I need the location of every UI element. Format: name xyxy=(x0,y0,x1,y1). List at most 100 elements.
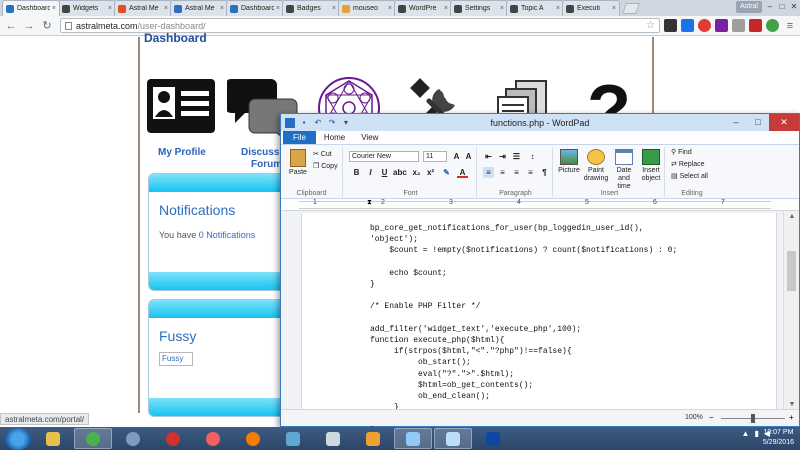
extension-icon[interactable] xyxy=(732,19,745,32)
increase-indent-icon[interactable]: ⇥ xyxy=(497,151,508,162)
grow-font-icon[interactable]: A xyxy=(451,151,462,162)
extension-icon[interactable] xyxy=(664,19,677,32)
maximize-icon[interactable]: □ xyxy=(776,0,788,14)
menu-icon[interactable]: ≡ xyxy=(783,19,797,33)
taskbar-outlook-button[interactable] xyxy=(354,428,392,449)
browser-tab[interactable]: Executi × xyxy=(562,0,620,16)
underline-icon[interactable]: U xyxy=(379,167,390,178)
extension-icon[interactable] xyxy=(749,19,762,32)
date-time-button[interactable]: Date and time xyxy=(611,149,637,191)
taskbar-notepad-button[interactable] xyxy=(274,428,312,449)
highlight-icon[interactable]: ✎ xyxy=(441,167,452,178)
start-button[interactable] xyxy=(4,427,32,450)
bold-icon[interactable]: B xyxy=(351,167,362,178)
browser-tab[interactable]: Settings × xyxy=(450,0,508,16)
maximize-icon[interactable]: □ xyxy=(747,114,769,131)
browser-tab[interactable]: Astral Me × xyxy=(170,0,228,16)
close-tab-icon[interactable]: × xyxy=(276,5,280,12)
browser-tab[interactable]: Widgets × xyxy=(58,0,116,16)
scroll-down-icon[interactable]: ▼ xyxy=(784,401,800,408)
network-icon[interactable]: ▮ xyxy=(754,429,758,438)
copy-button[interactable]: ❐ Copy xyxy=(313,163,338,171)
paste-button[interactable]: Paste xyxy=(287,149,309,177)
close-tab-icon[interactable]: × xyxy=(500,5,504,12)
close-icon[interactable]: ✕ xyxy=(788,0,800,14)
close-icon[interactable]: ✕ xyxy=(769,114,799,131)
browser-tab[interactable]: Dashboard × xyxy=(226,0,284,16)
close-tab-icon[interactable]: × xyxy=(388,5,392,12)
minimize-icon[interactable]: – xyxy=(764,0,776,14)
superscript-icon[interactable]: x² xyxy=(425,167,436,178)
vertical-scrollbar[interactable]: ▲ ▼ xyxy=(783,211,799,410)
discussion-forum-link-line2[interactable]: Forum xyxy=(251,159,282,170)
id-card-icon[interactable] xyxy=(145,75,219,141)
tab-home[interactable]: Home xyxy=(316,131,353,144)
paragraph-icon[interactable]: ¶ xyxy=(539,167,550,178)
scroll-up-icon[interactable]: ▲ xyxy=(784,213,800,220)
close-tab-icon[interactable]: × xyxy=(612,5,616,12)
grammarly-icon[interactable] xyxy=(766,19,779,32)
reload-icon[interactable]: ↻ xyxy=(40,19,54,33)
chevron-up-icon[interactable]: ▲ xyxy=(742,429,750,438)
taskbar-help-button[interactable] xyxy=(194,428,232,449)
font-color-icon[interactable]: A xyxy=(457,167,468,178)
user-profile-badge[interactable]: Astral xyxy=(736,1,762,13)
font-size-select[interactable]: 11 xyxy=(423,151,447,162)
browser-tab[interactable]: Topic A × xyxy=(506,0,564,16)
taskbar-paint-button[interactable] xyxy=(394,428,432,449)
extension-icon[interactable] xyxy=(698,19,711,32)
bullets-icon[interactable]: ☰ xyxy=(511,151,522,162)
close-tab-icon[interactable]: × xyxy=(220,5,224,12)
close-tab-icon[interactable]: × xyxy=(108,5,112,12)
zoom-slider-thumb[interactable] xyxy=(751,414,755,423)
cut-button[interactable]: ✂ Cut xyxy=(313,151,332,159)
browser-tab[interactable]: mouseo × xyxy=(338,0,396,16)
close-tab-icon[interactable]: × xyxy=(332,5,336,12)
replace-button[interactable]: ⇄ Replace xyxy=(671,161,705,169)
taskbar-chrome-button[interactable] xyxy=(74,428,112,449)
browser-tab[interactable]: Astral Me × xyxy=(114,0,172,16)
taskbar-opera-button[interactable] xyxy=(154,428,192,449)
close-tab-icon[interactable]: × xyxy=(556,5,560,12)
paint-drawing-button[interactable]: Paint drawing xyxy=(583,149,609,183)
broken-image[interactable]: Fussy xyxy=(159,352,193,366)
taskbar-photoshop-button[interactable] xyxy=(474,428,512,449)
strikethrough-icon[interactable]: abc xyxy=(393,167,407,178)
find-button[interactable]: ⚲ Find xyxy=(671,149,692,157)
close-tab-icon[interactable]: × xyxy=(52,5,56,12)
notifications-link[interactable]: 0 Notifications xyxy=(199,230,256,240)
taskbar-settings-button[interactable] xyxy=(114,428,152,449)
browser-tab[interactable]: WordPre × xyxy=(394,0,452,16)
align-left-icon[interactable]: ≡ xyxy=(483,167,494,178)
extension-icon[interactable] xyxy=(715,19,728,32)
my-profile-link[interactable]: My Profile xyxy=(158,147,206,158)
line-spacing-icon[interactable]: ↕ xyxy=(527,151,538,162)
decrease-indent-icon[interactable]: ⇤ xyxy=(483,151,494,162)
insert-object-button[interactable]: Insert object xyxy=(639,149,663,183)
align-center-icon[interactable]: ≡ xyxy=(497,167,508,178)
zoom-in-icon[interactable]: + xyxy=(789,413,794,422)
shrink-font-icon[interactable]: A xyxy=(463,151,474,162)
subscript-icon[interactable]: x₂ xyxy=(411,167,422,178)
zoom-out-icon[interactable]: − xyxy=(709,413,714,422)
wordpad-title-bar[interactable]: ▪ ↶ ↷ ▾ functions.php - WordPad – □ ✕ xyxy=(281,114,799,131)
taskbar-wordpad-button[interactable] xyxy=(434,428,472,449)
indent-marker-icon[interactable]: ⧗ xyxy=(367,199,372,207)
select-all-button[interactable]: ▤ Select all xyxy=(671,173,708,181)
back-arrow-icon[interactable]: ← xyxy=(4,19,18,33)
taskbar-firefox-button[interactable] xyxy=(234,428,272,449)
document-page[interactable]: bp_core_get_notifications_for_user(bp_lo… xyxy=(301,213,777,435)
scroll-thumb[interactable] xyxy=(787,251,796,291)
italic-icon[interactable]: I xyxy=(365,167,376,178)
discussion-forum-link[interactable]: Discussi xyxy=(241,147,282,158)
insert-picture-button[interactable]: Picture xyxy=(557,149,581,175)
font-family-select[interactable]: Courier New xyxy=(349,151,419,162)
taskbar-calculator-button[interactable] xyxy=(314,428,352,449)
browser-tab[interactable]: Badges × xyxy=(282,0,340,16)
ruler[interactable]: 1 2 3 4 5 6 7 ⧗ xyxy=(281,199,799,211)
tab-view[interactable]: View xyxy=(353,131,386,144)
forward-arrow-icon[interactable]: → xyxy=(22,19,36,33)
new-tab-button[interactable] xyxy=(621,3,641,14)
align-right-icon[interactable]: ≡ xyxy=(511,167,522,178)
justify-icon[interactable]: ≡ xyxy=(525,167,536,178)
